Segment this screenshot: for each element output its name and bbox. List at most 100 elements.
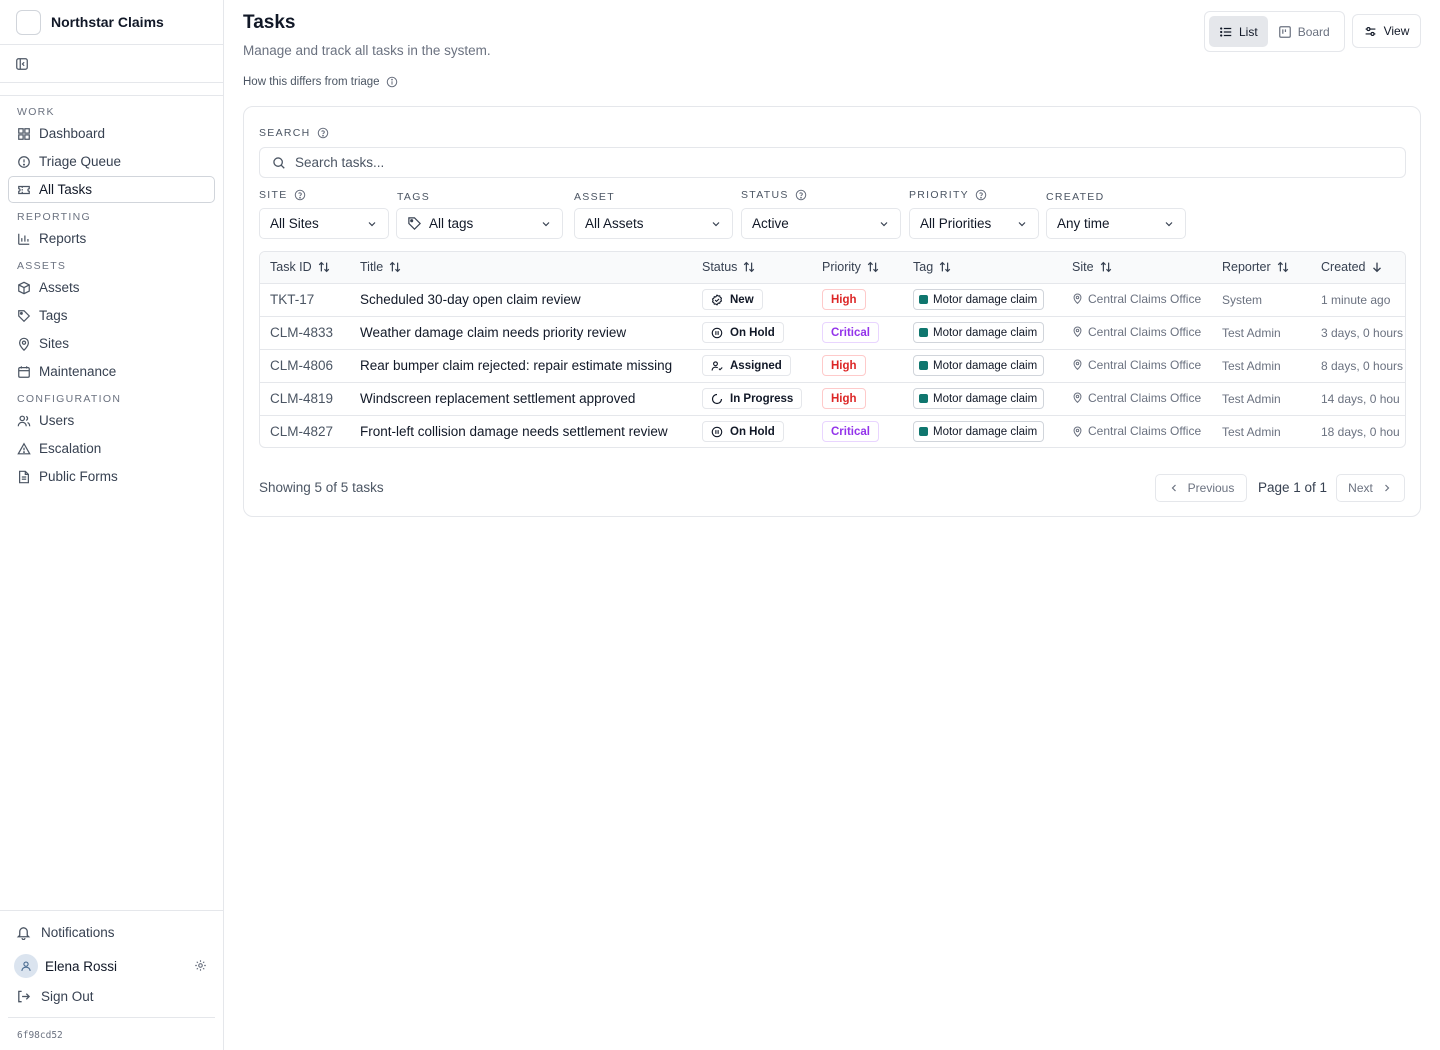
column-label: Title xyxy=(360,260,384,275)
column-header-created[interactable]: Created xyxy=(1311,252,1405,284)
task-id[interactable]: CLM-4827 xyxy=(270,424,333,439)
sidebar-item-assets[interactable]: Assets xyxy=(8,274,215,301)
task-title[interactable]: Weather damage claim needs priority revi… xyxy=(360,325,626,340)
priority-badge: Critical xyxy=(822,421,879,443)
search-input[interactable] xyxy=(295,155,1375,170)
sidebar-item-label: Users xyxy=(39,413,75,428)
task-id[interactable]: TKT-17 xyxy=(270,292,314,307)
triage-help-link[interactable]: How this differs from triage xyxy=(243,76,398,88)
user-name: Elena Rossi xyxy=(45,958,118,974)
sidebar-item-reports[interactable]: Reports xyxy=(8,225,215,252)
reporter-cell: Test Admin xyxy=(1212,316,1311,350)
site-name: Central Claims Office xyxy=(1088,357,1202,372)
sidebar-toggle-icon[interactable] xyxy=(15,57,29,71)
help-circle-icon[interactable] xyxy=(795,189,807,201)
created-select[interactable]: Any time xyxy=(1046,208,1186,239)
sidebar-item-escalation[interactable]: Escalation xyxy=(8,435,215,462)
column-label: Created xyxy=(1321,260,1366,275)
table-row[interactable]: CLM-4827 Front-left collision damage need… xyxy=(260,415,1405,447)
task-id[interactable]: CLM-4833 xyxy=(270,325,333,340)
task-id[interactable]: CLM-4819 xyxy=(270,391,333,406)
sort-icon xyxy=(1276,260,1290,274)
reporter-cell: System xyxy=(1212,283,1311,317)
nav-section-reporting: REPORTING xyxy=(17,211,91,223)
tags-filter-label: TAGS xyxy=(397,191,431,203)
previous-page-button[interactable]: Previous xyxy=(1155,474,1247,502)
title-cell[interactable]: Scheduled 30-day open claim review xyxy=(350,283,692,317)
title-cell[interactable]: Front-left collision damage needs settle… xyxy=(350,415,692,447)
status-label: Assigned xyxy=(730,359,782,372)
column-header-reporter[interactable]: Reporter xyxy=(1212,252,1311,284)
sidebar-item-maintenance[interactable]: Maintenance xyxy=(8,358,215,385)
sign-out-link[interactable]: Sign Out xyxy=(0,981,223,1011)
sidebar-item-all-tasks[interactable]: All Tasks xyxy=(8,176,215,203)
sidebar-item-sites[interactable]: Sites xyxy=(8,330,215,357)
sidebar-item-label: Assets xyxy=(39,280,80,295)
chevron-right-icon xyxy=(1381,482,1393,494)
title-cell[interactable]: Windscreen replacement settlement approv… xyxy=(350,382,692,416)
created-cell: 3 days, 0 hours xyxy=(1311,316,1405,350)
next-page-button[interactable]: Next xyxy=(1336,474,1405,502)
column-header-status[interactable]: Status xyxy=(692,252,812,284)
brand[interactable]: Northstar Claims xyxy=(0,0,223,45)
status-badge: On Hold xyxy=(702,421,784,443)
sliders-icon xyxy=(1364,25,1377,38)
notifications-link[interactable]: Notifications xyxy=(0,917,223,947)
notifications-label: Notifications xyxy=(41,924,115,940)
task-title[interactable]: Rear bumper claim rejected: repair estim… xyxy=(360,358,672,373)
help-circle-icon[interactable] xyxy=(317,127,329,139)
warning-triangle-icon xyxy=(17,442,31,456)
status-label: New xyxy=(730,293,754,306)
sidebar-item-users[interactable]: Users xyxy=(8,407,215,434)
help-link-label: How this differs from triage xyxy=(243,76,380,88)
help-circle-icon[interactable] xyxy=(975,189,987,201)
created-cell: 8 days, 0 hours xyxy=(1311,349,1405,383)
priority-select[interactable]: All Priorities xyxy=(909,208,1039,239)
tags-select[interactable]: All tags xyxy=(396,208,563,239)
column-header-title[interactable]: Title xyxy=(350,252,692,284)
table-row[interactable]: CLM-4833 Weather damage claim needs prior… xyxy=(260,316,1405,350)
site-label-text: SITE xyxy=(259,189,288,201)
created-cell: 14 days, 0 hou xyxy=(1311,382,1405,416)
priority-select-value: All Priorities xyxy=(920,216,992,231)
title-cell[interactable]: Weather damage claim needs priority revi… xyxy=(350,316,692,350)
pause-circle-icon xyxy=(711,426,723,438)
sidebar-item-triage-queue[interactable]: Triage Queue xyxy=(8,148,215,175)
status-select[interactable]: Active xyxy=(741,208,901,239)
gear-icon[interactable] xyxy=(194,959,207,972)
table-row[interactable]: TKT-17 Scheduled 30-day open claim review… xyxy=(260,283,1405,317)
sidebar-item-public-forms[interactable]: Public Forms xyxy=(8,463,215,490)
task-id-cell[interactable]: CLM-4819 xyxy=(260,382,350,416)
tag-icon xyxy=(17,309,31,323)
table-row[interactable]: CLM-4819 Windscreen replacement settlemen… xyxy=(260,382,1405,416)
task-title[interactable]: Scheduled 30-day open claim review xyxy=(360,292,581,307)
task-id-cell[interactable]: CLM-4827 xyxy=(260,415,350,447)
task-title[interactable]: Front-left collision damage needs settle… xyxy=(360,424,668,439)
user-profile[interactable]: Elena Rossi xyxy=(0,951,223,981)
site-name: Central Claims Office xyxy=(1088,324,1202,339)
sidebar-item-tags[interactable]: Tags xyxy=(8,302,215,329)
list-view-button[interactable]: List xyxy=(1209,16,1268,47)
table-row[interactable]: CLM-4806 Rear bumper claim rejected: repa… xyxy=(260,349,1405,383)
task-id-cell[interactable]: CLM-4806 xyxy=(260,349,350,383)
task-title[interactable]: Windscreen replacement settlement approv… xyxy=(360,391,635,406)
column-header-tag[interactable]: Tag xyxy=(903,252,1062,284)
task-id-cell[interactable]: CLM-4833 xyxy=(260,316,350,350)
task-id-cell[interactable]: TKT-17 xyxy=(260,283,350,317)
next-label: Next xyxy=(1348,481,1373,495)
status-cell: In Progress xyxy=(692,382,812,416)
column-header-site[interactable]: Site xyxy=(1062,252,1212,284)
board-view-button[interactable]: Board xyxy=(1268,16,1340,47)
sidebar-item-label: Escalation xyxy=(39,441,102,456)
asset-select[interactable]: All Assets xyxy=(574,208,733,239)
column-header-priority[interactable]: Priority xyxy=(812,252,903,284)
task-id[interactable]: CLM-4806 xyxy=(270,358,333,373)
column-header-task-id[interactable]: Task ID xyxy=(260,252,350,284)
title-cell[interactable]: Rear bumper claim rejected: repair estim… xyxy=(350,349,692,383)
site-select[interactable]: All Sites xyxy=(259,208,389,239)
help-circle-icon[interactable] xyxy=(294,189,306,201)
view-options-button[interactable]: View xyxy=(1352,14,1421,48)
tasks-table-container[interactable]: Task ID Title Status Priority Tag Site R… xyxy=(259,251,1406,448)
reporter-name: Test Admin xyxy=(1222,358,1281,373)
sidebar-item-dashboard[interactable]: Dashboard xyxy=(8,120,215,147)
